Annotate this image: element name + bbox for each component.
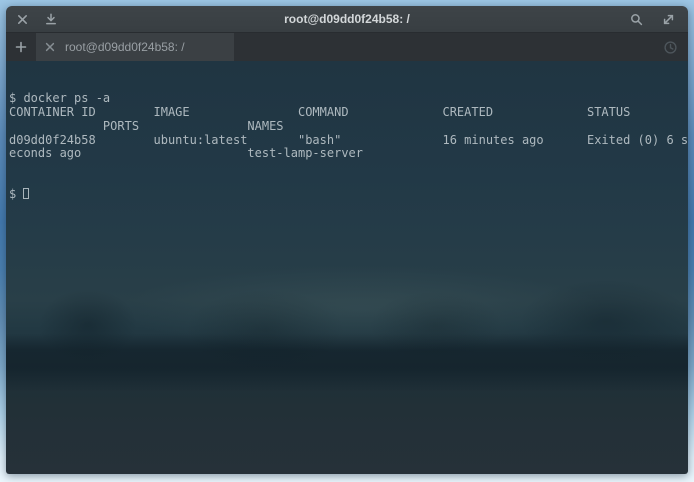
- expand-icon[interactable]: [662, 13, 675, 26]
- history-icon[interactable]: [663, 40, 678, 55]
- terminal-output: $ docker ps -a CONTAINER ID IMAGE COMMAN…: [9, 92, 688, 161]
- terminal-cursor: [23, 188, 29, 199]
- new-tab-button[interactable]: [6, 33, 36, 61]
- terminal-content[interactable]: $ docker ps -a CONTAINER ID IMAGE COMMAN…: [6, 61, 688, 474]
- search-icon[interactable]: [630, 13, 643, 26]
- titlebar-right-controls: [630, 13, 688, 26]
- titlebar-left-controls: [6, 13, 57, 25]
- tab-close-icon[interactable]: [45, 42, 55, 52]
- tab-label: root@d09dd0f24b58: /: [65, 40, 185, 54]
- prompt-line: $: [9, 188, 688, 202]
- titlebar: root@d09dd0f24b58: /: [6, 6, 688, 33]
- download-icon[interactable]: [45, 13, 57, 25]
- shell-prompt: $: [9, 187, 23, 201]
- tab-active[interactable]: root@d09dd0f24b58: /: [36, 33, 234, 61]
- terminal-window: root@d09dd0f24b58: /: [6, 6, 688, 474]
- tabbar: root@d09dd0f24b58: /: [6, 33, 688, 61]
- window-title: root@d09dd0f24b58: /: [284, 12, 410, 26]
- close-icon[interactable]: [17, 14, 28, 25]
